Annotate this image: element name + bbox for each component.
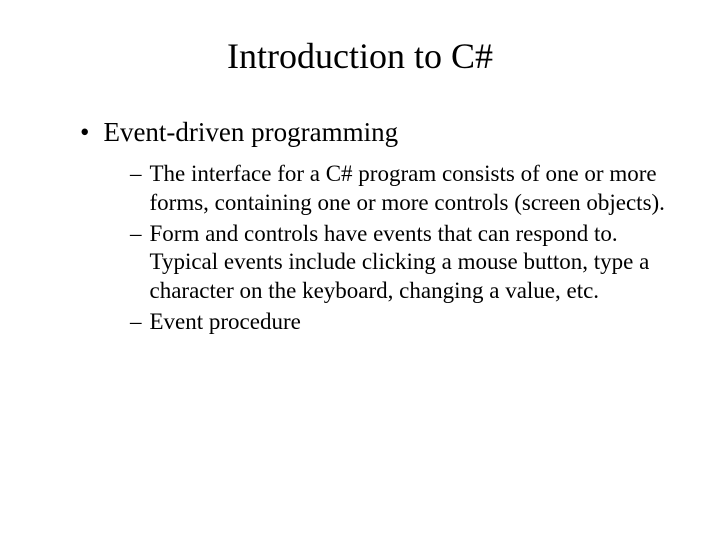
bullet-level2-text: Form and controls have events that can r… — [150, 220, 670, 306]
slide-title: Introduction to C# — [50, 35, 670, 77]
bullet-level2-text: The interface for a C# program consists … — [150, 160, 670, 218]
bullet-dot-icon: • — [80, 115, 89, 150]
dash-icon: – — [130, 220, 142, 249]
bullet-level1-list: • Event-driven programming — [80, 115, 670, 150]
bullet-level2-item: – Event procedure — [130, 308, 670, 337]
bullet-level2-list: – The interface for a C# program consist… — [130, 160, 670, 337]
bullet-level1-text: Event-driven programming — [103, 115, 398, 150]
bullet-level2-item: – The interface for a C# program consist… — [130, 160, 670, 218]
bullet-level2-item: – Form and controls have events that can… — [130, 220, 670, 306]
bullet-level1-item: • Event-driven programming — [80, 115, 670, 150]
dash-icon: – — [130, 160, 142, 189]
dash-icon: – — [130, 308, 142, 337]
bullet-level2-text: Event procedure — [150, 308, 301, 337]
